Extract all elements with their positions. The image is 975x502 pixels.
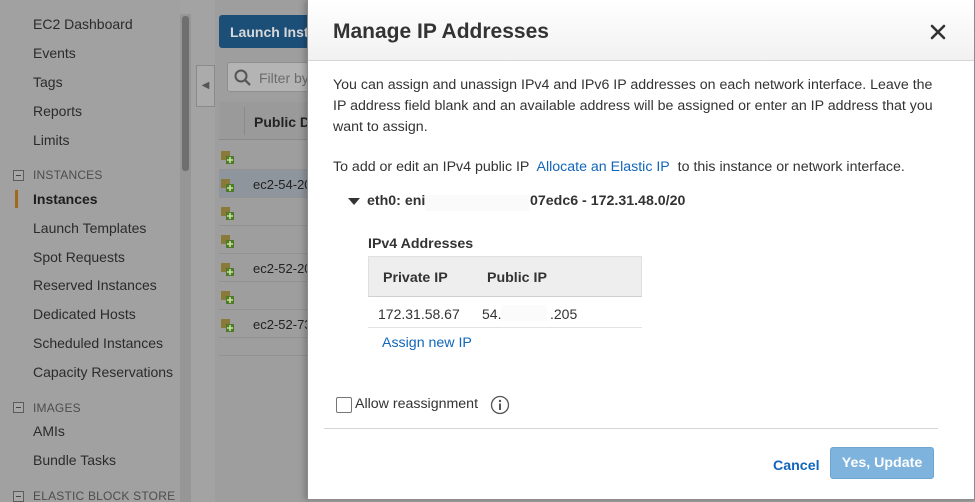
sidebar-item-capacity-reservations[interactable]: Capacity Reservations bbox=[33, 364, 173, 380]
sidebar-item-ec2-dashboard[interactable]: EC2 Dashboard bbox=[33, 16, 133, 32]
public-ip-suffix: .205 bbox=[550, 306, 578, 322]
sidebar-item-scheduled-instances[interactable]: Scheduled Instances bbox=[33, 335, 163, 351]
sidebar-item-tags[interactable]: Tags bbox=[33, 74, 63, 90]
launch-instance-button[interactable]: Launch Insta bbox=[219, 15, 314, 48]
column-header-public-dns[interactable]: Public D bbox=[254, 114, 310, 130]
assign-new-ip-link[interactable]: Assign new IP bbox=[382, 335, 472, 351]
sidebar: EC2 Dashboard Events Tags Reports Limits… bbox=[0, 0, 180, 502]
allocate-elastic-ip-link[interactable]: Allocate an Elastic IP bbox=[537, 159, 670, 175]
close-icon[interactable] bbox=[928, 22, 948, 42]
public-dns-cell: ec2-54-20 bbox=[253, 177, 312, 192]
sidebar-section-images: IMAGES bbox=[33, 401, 81, 415]
sidebar-item-reserved-instances[interactable]: Reserved Instances bbox=[33, 277, 157, 293]
active-indicator bbox=[15, 190, 18, 208]
ipv4-heading: IPv4 Addresses bbox=[368, 236, 474, 252]
sidebar-section-ebs: ELASTIC BLOCK STORE bbox=[33, 489, 176, 502]
table-row: 172.31.58.67 54. .205 bbox=[368, 297, 642, 328]
instance-status-icon bbox=[221, 319, 234, 332]
instance-status-icon bbox=[221, 235, 234, 248]
search-icon bbox=[234, 69, 251, 86]
scrollbar-thumb[interactable] bbox=[182, 16, 189, 171]
cancel-button[interactable]: Cancel bbox=[773, 458, 820, 474]
redacted-region bbox=[425, 195, 529, 211]
network-interface-label[interactable]: eth0: eni bbox=[367, 193, 425, 209]
public-dns-cell: ec2-52-20 bbox=[253, 261, 312, 276]
sidebar-item-bundle-tasks[interactable]: Bundle Tasks bbox=[33, 452, 116, 468]
manage-ip-dialog: Manage IP Addresses You can assign and u… bbox=[307, 0, 975, 500]
column-divider bbox=[244, 107, 245, 135]
allow-reassignment-checkbox[interactable] bbox=[336, 397, 352, 413]
sidebar-item-launch-templates[interactable]: Launch Templates bbox=[33, 220, 146, 236]
public-ip-prefix: 54. bbox=[482, 306, 502, 322]
instance-status-icon bbox=[221, 263, 234, 276]
sidebar-item-reports[interactable]: Reports bbox=[33, 103, 82, 119]
column-header-public-ip: Public IP bbox=[487, 270, 547, 286]
public-dns-cell: ec2-52-73 bbox=[253, 317, 312, 332]
yes-update-button[interactable]: Yes, Update bbox=[830, 447, 934, 479]
instance-status-icon bbox=[221, 151, 234, 164]
network-interface-subnet: 07edc6 - 172.31.48.0/20 bbox=[530, 193, 686, 209]
instance-status-icon bbox=[221, 291, 234, 304]
collapse-instances-icon[interactable] bbox=[13, 170, 24, 181]
ipv4-table-header: Private IP Public IP bbox=[368, 256, 642, 297]
sidebar-item-limits[interactable]: Limits bbox=[33, 132, 70, 148]
footer-divider bbox=[324, 428, 938, 429]
filter-placeholder: Filter by bbox=[259, 70, 309, 86]
sidebar-section-instances: INSTANCES bbox=[33, 168, 103, 182]
sidebar-item-amis[interactable]: AMIs bbox=[33, 423, 65, 439]
redacted-region bbox=[501, 305, 547, 321]
dialog-description: You can assign and unassign IPv4 and IPv… bbox=[333, 77, 933, 135]
caret-down-icon[interactable] bbox=[348, 198, 360, 205]
sidebar-item-dedicated-hosts[interactable]: Dedicated Hosts bbox=[33, 306, 136, 322]
column-header-private-ip: Private IP bbox=[383, 270, 448, 286]
info-icon[interactable] bbox=[490, 395, 510, 415]
sidebar-item-instances[interactable]: Instances bbox=[33, 191, 98, 207]
dialog-header: Manage IP Addresses bbox=[308, 0, 974, 61]
private-ip-value: 172.31.58.67 bbox=[378, 306, 460, 322]
collapse-sidebar-icon[interactable]: ◀ bbox=[196, 65, 215, 107]
collapse-ebs-icon[interactable] bbox=[13, 491, 24, 502]
elastic-ip-line: To add or edit an IPv4 public IP Allocat… bbox=[333, 159, 905, 175]
sidebar-scrollbar[interactable] bbox=[180, 14, 191, 502]
table-row[interactable] bbox=[219, 338, 314, 356]
dialog-title: Manage IP Addresses bbox=[333, 20, 549, 43]
elastic-ip-prefix: To add or edit an IPv4 public IP bbox=[333, 159, 530, 175]
allow-reassignment-label[interactable]: Allow reassignment bbox=[355, 396, 478, 412]
sidebar-item-events[interactable]: Events bbox=[33, 45, 76, 61]
elastic-ip-suffix: to this instance or network interface. bbox=[677, 159, 905, 175]
instance-status-icon bbox=[221, 207, 234, 220]
sidebar-item-spot-requests[interactable]: Spot Requests bbox=[33, 249, 125, 265]
instance-status-icon bbox=[221, 179, 234, 192]
collapse-images-icon[interactable] bbox=[13, 402, 24, 413]
